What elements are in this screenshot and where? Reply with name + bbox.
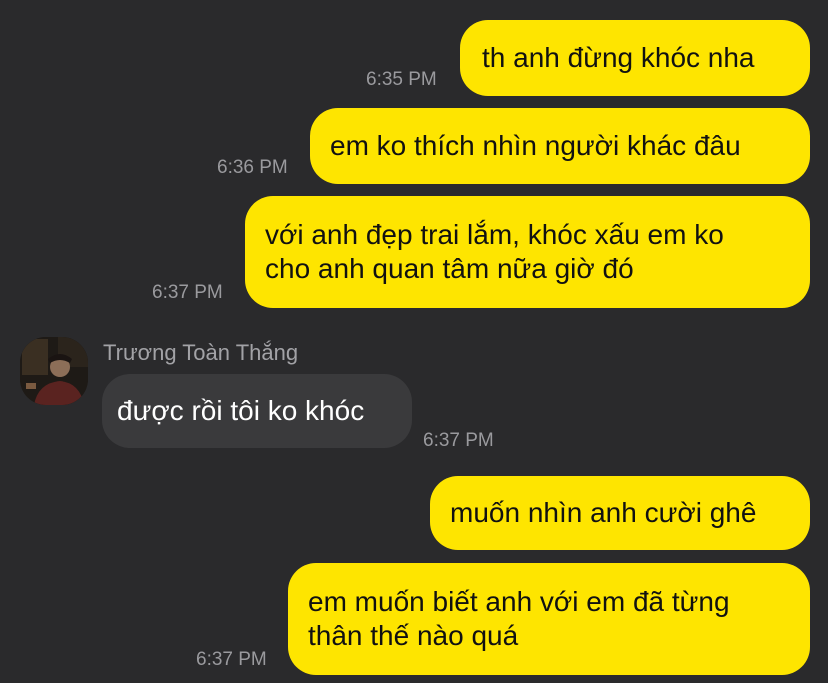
message-text-line: thân thế nào quá — [308, 620, 519, 651]
message-text: em ko thích nhìn người khác đâu — [330, 130, 741, 161]
message-text: th anh đừng khóc nha — [482, 42, 755, 73]
message-text-line: em muốn biết anh với em đã từng — [308, 586, 730, 617]
outgoing-message-bubble[interactable]: em ko thích nhìn người khác đâu — [310, 108, 810, 184]
outgoing-message-bubble[interactable]: em muốn biết anh với em đã từng thân thế… — [288, 563, 810, 675]
message-timestamp: 6:35 PM — [366, 69, 437, 90]
message-text: muốn nhìn anh cười ghê — [450, 497, 757, 528]
incoming-message-bubble[interactable]: được rồi tôi ko khóc — [102, 374, 412, 448]
message-text-line: với anh đẹp trai lắm, khóc xấu em ko — [265, 219, 724, 250]
sender-name: Trương Toàn Thắng — [103, 340, 299, 365]
message-text-line: cho anh quan tâm nữa giờ đó — [265, 253, 634, 284]
outgoing-message-bubble[interactable]: muốn nhìn anh cười ghê — [430, 476, 810, 550]
message-timestamp: 6:37 PM — [152, 282, 223, 303]
message-timestamp: 6:37 PM — [196, 649, 267, 670]
avatar-photo — [20, 337, 88, 405]
message-text: được rồi tôi ko khóc — [117, 395, 365, 426]
outgoing-message-bubble[interactable]: th anh đừng khóc nha — [460, 20, 810, 96]
message-timestamp: 6:37 PM — [423, 430, 494, 451]
message-timestamp: 6:36 PM — [217, 157, 288, 178]
contact-avatar[interactable] — [20, 337, 88, 405]
outgoing-message-bubble[interactable]: với anh đẹp trai lắm, khóc xấu em ko cho… — [245, 196, 810, 308]
